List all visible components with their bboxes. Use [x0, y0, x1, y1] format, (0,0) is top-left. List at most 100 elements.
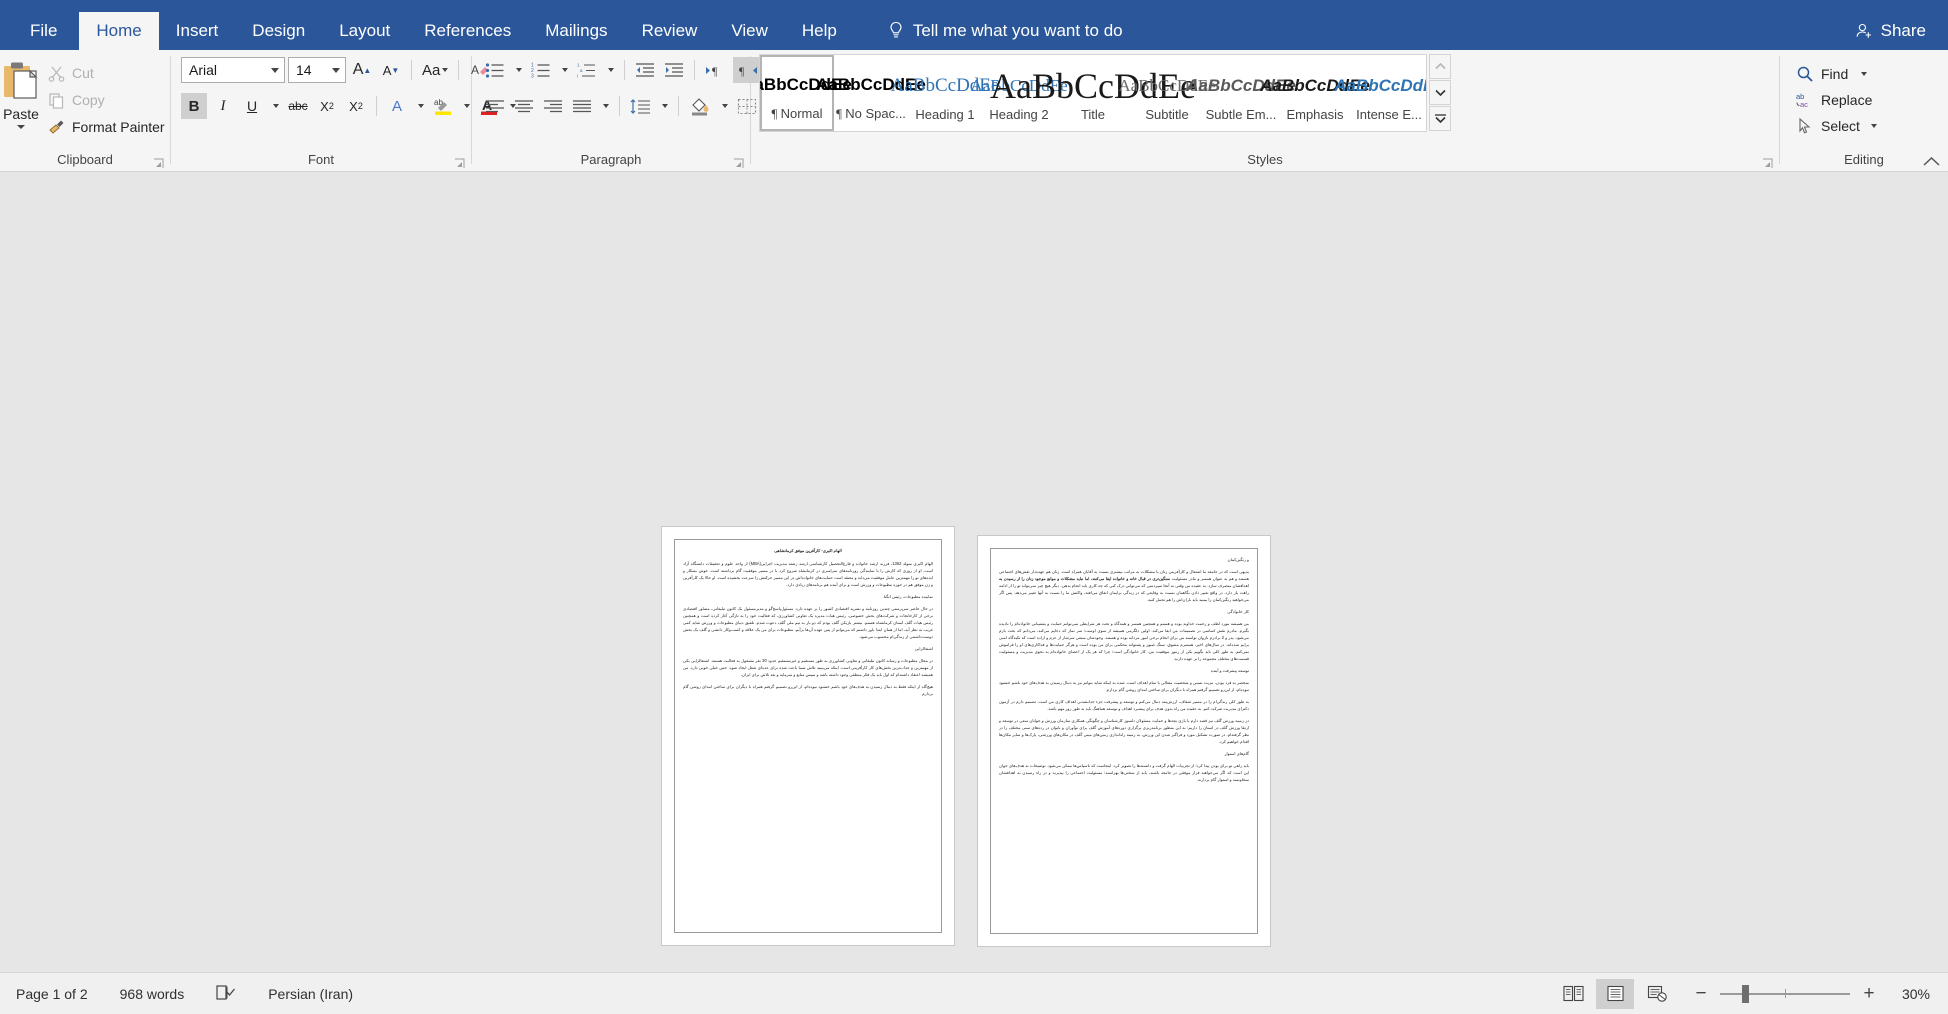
decrease-indent-button[interactable] — [632, 57, 658, 83]
find-dropdown-caret[interactable] — [1861, 72, 1868, 76]
print-layout-icon — [1606, 985, 1624, 1002]
page-1-heading: الهام اکبری- کارآفرین موفق کرمانشاهی — [774, 548, 842, 553]
align-left-button[interactable] — [482, 93, 508, 119]
tab-home[interactable]: Home — [79, 12, 159, 50]
tab-design[interactable]: Design — [235, 12, 322, 50]
tab-review[interactable]: Review — [625, 12, 715, 50]
shrink-font-button[interactable]: A ▼ — [378, 57, 404, 83]
cut-button[interactable]: Cut — [42, 61, 171, 85]
shading-button[interactable] — [686, 93, 714, 119]
zoom-in-button[interactable]: + — [1860, 983, 1878, 1005]
multilevel-dropdown[interactable] — [603, 57, 617, 83]
share-button[interactable]: Share — [1855, 21, 1926, 41]
font-name-combo[interactable]: Arial — [181, 57, 285, 83]
tab-layout[interactable]: Layout — [322, 12, 407, 50]
change-case-button[interactable]: Aa — [419, 57, 451, 83]
multilevel-list-button[interactable]: 1 a i — [574, 57, 600, 83]
svg-text:ac: ac — [1800, 100, 1808, 109]
page-2-paragraph: بدیهی است که در جامعه ما اشتغال و کارآفر… — [999, 569, 1249, 602]
zoom-percentage[interactable]: 30% — [1888, 986, 1930, 1002]
bullets-button[interactable] — [482, 57, 508, 83]
chevron-down-icon — [1434, 89, 1446, 96]
document-page-2[interactable]: و رنگین‌کمان بدیهی است که در جامعه ما اش… — [978, 536, 1270, 946]
justify-dropdown[interactable] — [598, 93, 612, 119]
paste-button[interactable]: Paste — [0, 56, 42, 129]
styles-more-button[interactable] — [1429, 106, 1451, 131]
align-right-button[interactable] — [540, 93, 566, 119]
tab-references[interactable]: References — [407, 12, 528, 50]
find-button[interactable]: Find — [1790, 62, 1883, 86]
ribbon-group-editing: Find ab ac Replace Select Editing — [1780, 50, 1948, 172]
text-effects-button[interactable]: A — [384, 93, 410, 119]
align-center-button[interactable] — [511, 93, 537, 119]
page-1-paragraph: در مجال مطبوعات و رسانه کانون تبلیغاتی و… — [683, 658, 933, 677]
word-count[interactable]: 968 words — [104, 986, 201, 1002]
page-indicator[interactable]: Page 1 of 2 — [0, 986, 104, 1002]
styles-dialog-launcher[interactable] — [1762, 158, 1773, 169]
styles-scroll-down-button[interactable] — [1429, 80, 1451, 105]
language-indicator[interactable]: Persian (Iran) — [252, 986, 369, 1002]
svg-text:i: i — [577, 73, 578, 78]
paragraph-dialog-launcher[interactable] — [733, 158, 744, 169]
document-canvas[interactable]: الهام اکبری- کارآفرین موفق کرمانشاهی اله… — [0, 172, 1948, 972]
styles-more-icon — [1434, 114, 1446, 123]
shading-dropdown[interactable] — [717, 93, 731, 119]
font-dialog-launcher[interactable] — [454, 158, 465, 169]
style-item-intense-emphasis[interactable]: AaBbCcDdEe Intense E... — [1334, 55, 1426, 131]
select-dropdown-caret[interactable] — [1870, 124, 1877, 128]
divider — [678, 96, 679, 116]
page-2-paragraph: کار خانوادگی — [1227, 609, 1249, 614]
numbering-button[interactable]: 1 2 3 — [528, 57, 554, 83]
collapse-ribbon-button[interactable] — [1923, 156, 1940, 167]
tab-insert[interactable]: Insert — [159, 12, 236, 50]
title-bar: File Home Insert Design Layout Reference… — [0, 0, 1948, 50]
zoom-control[interactable]: − + 30% — [1692, 983, 1930, 1005]
font-size-combo[interactable]: 14 — [288, 57, 346, 83]
read-mode-button[interactable] — [1554, 979, 1592, 1009]
subscript-button[interactable]: X2 — [314, 93, 340, 119]
highlight-button[interactable]: ab — [430, 93, 456, 119]
select-button[interactable]: Select — [1790, 114, 1883, 138]
justify-icon — [573, 99, 591, 112]
page-2-text-boundary: و رنگین‌کمان بدیهی است که در جامعه ما اش… — [990, 548, 1258, 934]
bold-button[interactable]: B — [181, 93, 207, 119]
numbering-dropdown[interactable] — [557, 57, 571, 83]
line-spacing-dropdown[interactable] — [657, 93, 671, 119]
justify-button[interactable] — [569, 93, 595, 119]
tab-mailings[interactable]: Mailings — [528, 12, 624, 50]
highlight-dropdown[interactable] — [459, 93, 473, 119]
line-spacing-button[interactable] — [627, 93, 654, 119]
ltr-text-direction-button[interactable]: ¶ — [702, 57, 730, 83]
format-painter-button[interactable]: Format Painter — [42, 115, 171, 139]
tab-file[interactable]: File — [8, 12, 79, 50]
strikethrough-button[interactable]: abc — [285, 93, 311, 119]
paste-dropdown-caret[interactable] — [17, 125, 25, 129]
underline-dropdown[interactable] — [268, 93, 282, 119]
copy-button[interactable]: Copy — [42, 88, 171, 112]
proofing-status-button[interactable] — [200, 984, 252, 1004]
document-page-1[interactable]: الهام اکبری- کارآفرین موفق کرمانشاهی اله… — [662, 527, 954, 945]
replace-button[interactable]: ab ac Replace — [1790, 88, 1883, 112]
increase-indent-button[interactable] — [661, 57, 687, 83]
tab-view[interactable]: View — [714, 12, 785, 50]
zoom-out-button[interactable]: − — [1692, 983, 1710, 1005]
svg-text:3: 3 — [531, 73, 534, 79]
style-name: Intense E... — [1356, 106, 1422, 122]
styles-scroll-up-button[interactable] — [1429, 54, 1451, 79]
clipboard-group-label: Clipboard — [57, 152, 113, 167]
line-spacing-icon — [630, 98, 650, 114]
tell-me-box[interactable]: Tell me what you want to do — [888, 12, 1123, 50]
text-effects-dropdown[interactable] — [413, 93, 427, 119]
print-layout-button[interactable] — [1596, 978, 1634, 1009]
underline-button[interactable]: U — [239, 93, 265, 119]
bullets-dropdown[interactable] — [511, 57, 525, 83]
superscript-button[interactable]: X2 — [343, 93, 369, 119]
web-layout-button[interactable] — [1638, 979, 1676, 1009]
tab-help[interactable]: Help — [785, 12, 854, 50]
zoom-slider-handle[interactable] — [1742, 984, 1749, 1003]
grow-font-button[interactable]: A ▲ — [349, 57, 375, 83]
italic-button[interactable]: I — [210, 93, 236, 119]
bullet-list-icon — [485, 62, 504, 78]
clipboard-dialog-launcher[interactable] — [153, 158, 164, 169]
zoom-slider-track[interactable] — [1720, 984, 1850, 1003]
